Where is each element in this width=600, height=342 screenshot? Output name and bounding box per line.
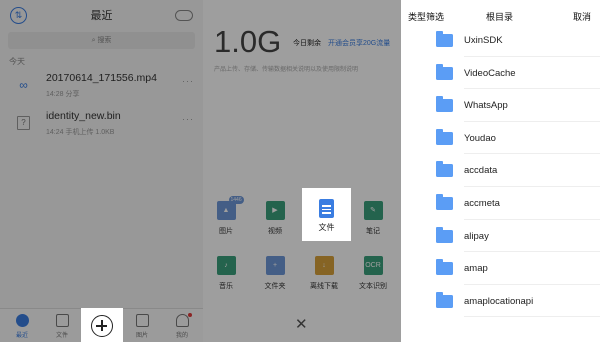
folder-icon <box>436 128 453 145</box>
folder-item[interactable]: amap <box>401 252 600 285</box>
folder-name: Youdao <box>464 132 496 144</box>
folder-item[interactable]: accdata <box>401 154 600 187</box>
upload-folder-button[interactable]: + 文件夹 <box>252 256 298 291</box>
tab-label: 文件 <box>55 333 68 339</box>
upload-label: 音乐 <box>219 283 233 290</box>
tab-label: 最近 <box>15 333 28 339</box>
folder-add-icon: + <box>265 256 285 275</box>
remaining-label: 今日剩余 <box>293 40 321 47</box>
tab-label: 我的 <box>175 333 188 339</box>
section-label: 今天 <box>9 57 25 66</box>
upload-music-button[interactable]: ♪ 音乐 <box>203 256 249 291</box>
cancel-button[interactable]: 取消 <box>573 10 591 23</box>
upload-label: 文本识别 <box>359 283 387 290</box>
storage-info: 1.0G 今日剩余 开通会员享20G流量 产品上传、存储、传输数据相关说明以及使… <box>214 24 390 73</box>
folder-name: accmeta <box>464 197 500 209</box>
image-icon <box>135 314 149 327</box>
recent-header: ⇅ 最近 <box>0 0 203 32</box>
folder-item[interactable]: amaplocationapi <box>401 285 600 318</box>
file-name: identity_new.bin <box>46 110 121 122</box>
page-title: 根目录 <box>486 12 514 22</box>
folder-item[interactable]: UxinSDK <box>401 24 600 57</box>
upload-label: 文件夹 <box>264 283 286 290</box>
file-icon <box>55 314 69 327</box>
folder-item[interactable]: WhatsApp <box>401 89 600 122</box>
tab-images[interactable]: 图片 <box>122 309 162 342</box>
upload-photo-button[interactable]: ▲ 图片 <box>203 196 249 236</box>
type-filter-button[interactable]: 类型筛选 <box>408 10 444 23</box>
page-title: 最近 <box>90 10 113 22</box>
note-icon: ✎ <box>363 201 383 220</box>
search-input[interactable]: ⌕ 搜索 <box>8 32 195 49</box>
folder-picker-panel: 类型筛选 根目录 取消 UxinSDK VideoCache WhatsApp … <box>401 0 600 342</box>
folder-item[interactable]: accmeta <box>401 187 600 220</box>
folder-name: UxinSDK <box>464 35 503 46</box>
more-icon[interactable]: ··· <box>182 114 194 124</box>
upload-panel: 1.0G 今日剩余 开通会员享20G流量 产品上传、存储、传输数据相关说明以及使… <box>203 0 401 342</box>
recent-panel: ⇅ 最近 ⌕ 搜索 今天 ∞ 20170614_171556.mp4 14:28… <box>0 0 203 342</box>
folder-name: amaplocationapi <box>464 295 534 307</box>
file-meta: 14:24 手机上传 1.0KB <box>46 129 115 136</box>
ocr-icon: OCR <box>363 256 383 275</box>
folder-icon <box>436 161 453 178</box>
folder-name: alipay <box>464 230 489 242</box>
offline-download-button[interactable]: ↓ 离线下载 <box>301 256 347 291</box>
tab-recent[interactable]: 最近 <box>2 309 42 342</box>
search-placeholder: 搜索 <box>97 37 112 44</box>
sync-icon[interactable]: ⇅ <box>10 7 27 24</box>
folder-item[interactable]: alipay <box>401 220 600 253</box>
tab-files[interactable]: 文件 <box>42 309 82 342</box>
close-icon[interactable]: ✕ <box>295 317 308 332</box>
video-icon: ▶ <box>265 201 285 220</box>
folder-icon <box>436 63 453 80</box>
folder-icon <box>436 193 453 210</box>
download-icon: ↓ <box>314 256 334 275</box>
document-icon <box>319 199 334 218</box>
unknown-file-icon: ? <box>17 116 30 130</box>
folder-icon <box>436 96 453 113</box>
folder-icon <box>436 226 453 243</box>
clock-icon <box>15 314 29 327</box>
folder-name: accdata <box>464 165 498 177</box>
file-meta: 14:28 分享 <box>46 91 80 98</box>
file-name: 20170614_171556.mp4 <box>46 72 157 84</box>
upload-label: 文件 <box>318 223 335 232</box>
upload-note-button[interactable]: ✎ 笔记 <box>350 201 396 236</box>
tab-label: 图片 <box>135 333 148 339</box>
folder-name: VideoCache <box>464 67 516 79</box>
photo-icon: ▲ <box>216 196 244 220</box>
folder-item[interactable]: VideoCache <box>401 57 600 90</box>
add-button[interactable] <box>81 308 123 342</box>
storage-value: 1.0G <box>214 24 282 59</box>
upload-label: 视频 <box>268 228 282 235</box>
folder-name: amap <box>464 263 488 275</box>
folder-icon <box>436 291 453 308</box>
text-recognition-button[interactable]: OCR 文本识别 <box>350 256 396 291</box>
upload-label: 笔记 <box>366 228 380 235</box>
divider <box>464 316 600 318</box>
user-icon <box>175 314 189 327</box>
folder-icon <box>436 259 453 276</box>
storage-description: 产品上传、存储、传输数据相关说明以及使用限制说明 <box>214 67 359 73</box>
music-icon: ♪ <box>216 256 236 275</box>
upgrade-link[interactable]: 开通会员享20G流量 <box>328 38 390 48</box>
folder-item[interactable]: Youdao <box>401 122 600 155</box>
list-item[interactable]: ? identity_new.bin 14:24 手机上传 1.0KB ··· <box>0 105 203 143</box>
notification-dot <box>188 313 192 317</box>
upload-video-button[interactable]: ▶ 视频 <box>252 201 298 236</box>
cloud-icon[interactable] <box>175 10 193 21</box>
folder-icon <box>436 31 453 47</box>
link-icon: ∞ <box>19 78 28 92</box>
more-icon[interactable]: ··· <box>182 76 194 86</box>
tab-mine[interactable]: 我的 <box>162 309 202 342</box>
folder-name: WhatsApp <box>464 100 508 112</box>
folder-list: UxinSDK VideoCache WhatsApp Youdao accda… <box>401 24 600 318</box>
upload-file-button[interactable]: 文件 <box>302 188 351 241</box>
upload-label: 离线下载 <box>310 283 338 290</box>
upload-label: 图片 <box>219 228 233 235</box>
plus-icon <box>91 315 113 337</box>
list-item[interactable]: ∞ 20170614_171556.mp4 14:28 分享 ··· <box>0 67 203 105</box>
